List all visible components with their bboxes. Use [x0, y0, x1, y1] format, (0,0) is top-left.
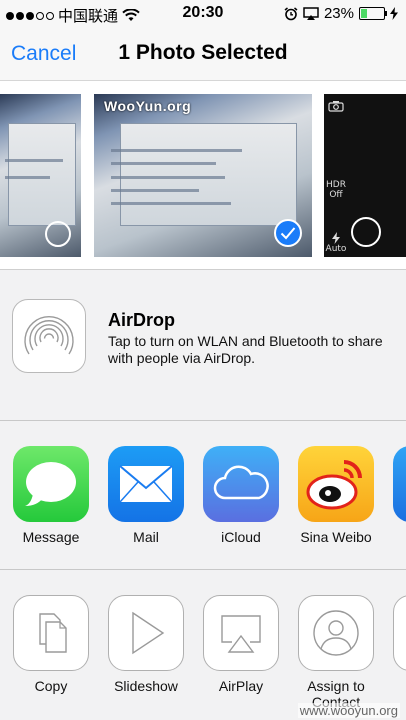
play-icon	[108, 595, 184, 671]
share-app-mail[interactable]: Mail	[108, 446, 184, 545]
photo-thumbnail[interactable]	[0, 94, 81, 257]
selection-circle-icon[interactable]	[351, 217, 381, 247]
app-label: Message	[22, 529, 80, 545]
hdr-label: HDR Off	[326, 180, 346, 200]
checkmark-icon[interactable]	[274, 219, 302, 247]
airplay-icon	[203, 595, 279, 671]
charging-icon	[390, 7, 398, 20]
status-bar: 中国联通 20:30 23%	[0, 0, 406, 28]
share-app-message[interactable]: Message	[13, 446, 89, 545]
flash-mode-label: Auto	[325, 244, 347, 254]
icloud-icon	[203, 446, 279, 522]
app-label: Mail	[133, 529, 159, 545]
flash-icon	[332, 232, 340, 244]
action-slideshow[interactable]: Slideshow	[108, 595, 184, 694]
app-icon	[393, 446, 406, 522]
contact-icon	[298, 595, 374, 671]
message-icon	[13, 446, 89, 522]
copy-icon	[13, 595, 89, 671]
share-app-partial[interactable]	[393, 446, 406, 522]
action-assign-to-contact[interactable]: Assign to Contact	[298, 595, 374, 710]
share-app-sina-weibo[interactable]: Sina Weibo	[298, 446, 374, 545]
action-label: Slideshow	[114, 678, 178, 694]
share-app-icloud[interactable]: iCloud	[203, 446, 279, 545]
photo-thumbnail-selected[interactable]: WooYun.org	[94, 94, 312, 257]
airdrop-description: Tap to turn on WLAN and Bluetooth to sha…	[108, 333, 383, 366]
action-copy[interactable]: Copy	[13, 595, 89, 694]
airdrop-title: AirDrop	[108, 310, 175, 330]
selection-circle-icon[interactable]	[45, 221, 71, 247]
airdrop-section: AirDrop Tap to turn on WLAN and Bluetoot…	[0, 270, 406, 421]
action-partial[interactable]	[393, 595, 406, 671]
cancel-button[interactable]: Cancel	[11, 42, 76, 66]
battery-percent: 23%	[323, 5, 354, 22]
action-label: Copy	[34, 678, 68, 694]
app-label: iCloud	[221, 529, 261, 545]
alarm-icon	[284, 6, 298, 20]
share-apps-row[interactable]: Message Mail iCloud Sina Weibo	[0, 421, 406, 570]
watermark: www.wooyun.org	[297, 703, 400, 718]
actions-row[interactable]: Copy Slideshow AirPlay Assign to Contact	[0, 570, 406, 720]
app-label: Sina Weibo	[300, 529, 372, 545]
camera-icon	[328, 101, 344, 112]
action-label: AirPlay	[218, 678, 264, 694]
weibo-icon	[298, 446, 374, 522]
navigation-bar: Cancel 1 Photo Selected	[0, 28, 406, 81]
airplay-icon	[303, 7, 319, 20]
action-icon	[393, 595, 406, 671]
photo-strip[interactable]: WooYun.org HDR Off Auto	[0, 81, 406, 270]
mail-icon	[108, 446, 184, 522]
action-airplay[interactable]: AirPlay	[203, 595, 279, 694]
photo-watermark: WooYun.org	[104, 98, 192, 114]
camera-preview[interactable]: HDR Off Auto	[324, 94, 406, 257]
battery-icon	[359, 7, 387, 20]
airdrop-icon[interactable]	[12, 299, 86, 373]
